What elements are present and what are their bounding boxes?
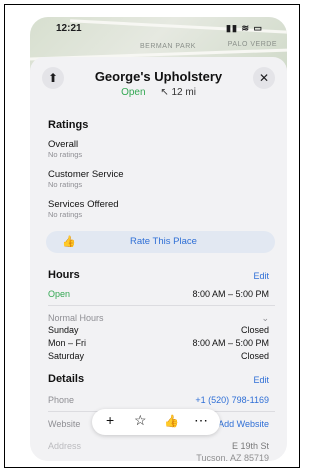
chevron-down-icon: ⌄ xyxy=(261,313,269,323)
rate-this-place-button[interactable]: 👍 Rate This Place xyxy=(46,231,275,253)
address-row: Address E 19th St xyxy=(48,441,269,451)
distance-icon: ↖ xyxy=(160,87,169,98)
hours-value: Closed xyxy=(240,325,269,335)
website-label: Website xyxy=(48,419,81,429)
map-label: PALO VERDE xyxy=(227,41,277,48)
ratings-heading: Ratings xyxy=(48,119,89,131)
hours-today: 8:00 AM – 5:00 PM xyxy=(192,289,269,299)
hours-today-row: Open 8:00 AM – 5:00 PM xyxy=(48,289,269,299)
hours-heading: Hours xyxy=(48,269,80,281)
screenshot-frame: PALO VERDE BERMAN PARK 12:21 ▮▮ ≋ ▭ ⬆ ✕ … xyxy=(4,4,300,468)
hours-value: Closed xyxy=(240,351,269,361)
divider xyxy=(48,305,275,306)
rating-label-overall: Overall xyxy=(48,139,79,150)
rating-value-overall: No ratings xyxy=(48,150,83,159)
hours-open-status: Open xyxy=(48,289,71,299)
rating-label-customer-service: Customer Service xyxy=(48,169,124,180)
hours-edit-label: Edit xyxy=(253,271,269,281)
thumbs-up-icon: 👍 xyxy=(62,236,76,248)
phone-label: Phone xyxy=(48,395,75,405)
phone-row[interactable]: Phone +1 (520) 798-1169 xyxy=(48,395,269,405)
status-icons: ▮▮ ≋ ▭ xyxy=(226,23,263,33)
rating-value-services-offered: No ratings xyxy=(48,210,83,219)
phone-number[interactable]: +1 (520) 798-1169 xyxy=(195,395,269,405)
place-subline: Open ↖ 12 mi xyxy=(30,87,287,98)
details-heading: Details xyxy=(48,373,85,385)
rating-label-services-offered: Services Offered xyxy=(48,199,119,210)
hours-row-mon-fri: Mon – Fri 8:00 AM – 5:00 PM xyxy=(48,338,269,348)
hours-row-saturday: Saturday Closed xyxy=(48,351,269,361)
normal-hours-row[interactable]: Normal Hours ⌄ xyxy=(48,313,269,323)
thumbs-up-icon[interactable]: 👍 xyxy=(164,414,179,428)
more-icon[interactable]: ⋯ xyxy=(194,412,208,429)
normal-hours-label: Normal Hours xyxy=(48,313,104,323)
hours-day: Mon – Fri xyxy=(48,338,87,348)
hours-day: Saturday xyxy=(48,351,85,361)
status-bar: 12:21 ▮▮ ≋ ▭ xyxy=(30,23,287,39)
place-card-sheet: ⬆ ✕ George's Upholstery Open ↖ 12 mi Rat… xyxy=(30,57,287,461)
rating-value-customer-service: No ratings xyxy=(48,180,83,189)
add-icon[interactable]: + xyxy=(106,412,114,428)
hours-value: 8:00 AM – 5:00 PM xyxy=(192,338,269,348)
rate-button-label: Rate This Place xyxy=(130,236,197,247)
details-edit-label: Edit xyxy=(253,375,269,385)
hours-row-sunday: Sunday Closed xyxy=(48,325,269,335)
place-title: George's Upholstery xyxy=(94,69,223,84)
star-icon[interactable]: ☆ xyxy=(134,412,147,429)
address-label: Address xyxy=(48,441,82,451)
address-line2: Tucson, AZ 85719 xyxy=(196,453,269,461)
address-line1: E 19th St xyxy=(231,441,269,451)
open-status: Open xyxy=(121,87,146,98)
floating-toolbar: + ☆ 👍 ⋯ xyxy=(92,409,220,435)
map-label: BERMAN PARK xyxy=(140,43,196,50)
distance-text: 12 mi xyxy=(171,87,196,98)
add-website-link[interactable]: Add Website xyxy=(218,419,269,429)
phone-screen: PALO VERDE BERMAN PARK 12:21 ▮▮ ≋ ▭ ⬆ ✕ … xyxy=(30,17,287,461)
status-time: 12:21 xyxy=(56,23,82,34)
hours-day: Sunday xyxy=(48,325,79,335)
